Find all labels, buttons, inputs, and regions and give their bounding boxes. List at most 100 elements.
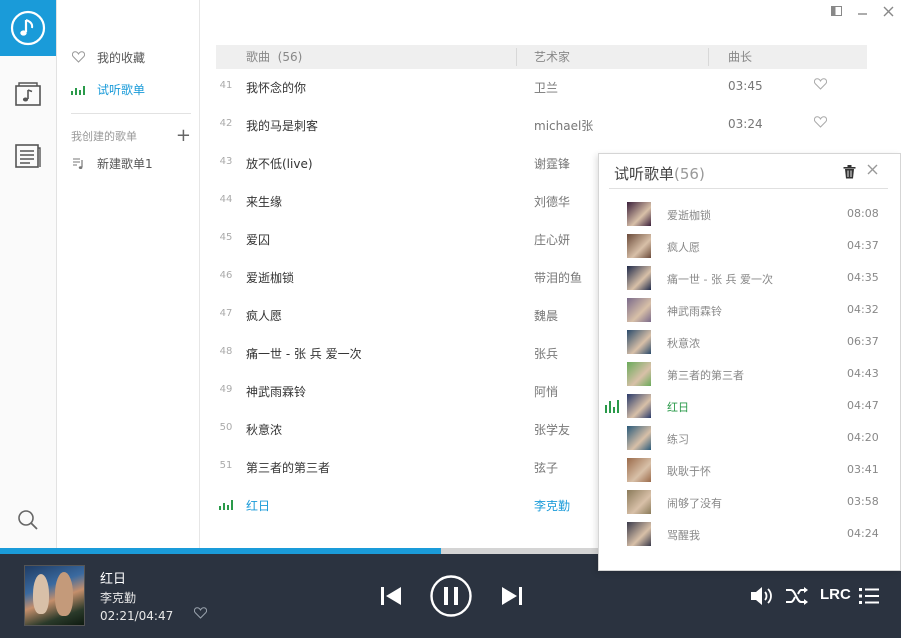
- list-item[interactable]: 第三者的第三者 04:43: [599, 358, 901, 390]
- next-icon[interactable]: [499, 583, 525, 609]
- minimize-icon[interactable]: [855, 4, 869, 18]
- sidebar-item-favorites[interactable]: 我的收藏: [71, 47, 145, 67]
- song-artist[interactable]: michael张: [534, 117, 593, 134]
- shuffle-icon[interactable]: [784, 583, 810, 609]
- created-playlists-header: 我创建的歌单 +: [71, 127, 191, 145]
- music-library-icon[interactable]: [13, 79, 43, 109]
- sidebar-item-label: 我的收藏: [97, 50, 146, 65]
- song-artist[interactable]: 谢霆锋: [534, 155, 570, 172]
- song-artist[interactable]: 张兵: [534, 345, 558, 362]
- song-artist[interactable]: 弦子: [534, 459, 558, 476]
- heart-icon[interactable]: [813, 116, 828, 132]
- sidebar-item-new-playlist[interactable]: 新建歌单1: [71, 153, 153, 173]
- section-label: 我创建的歌单: [71, 130, 137, 143]
- song-duration: 08:08: [847, 207, 879, 220]
- song-duration: 03:24: [728, 117, 763, 131]
- app-logo-icon[interactable]: [0, 0, 56, 56]
- song-artist[interactable]: 魏晨: [534, 307, 558, 324]
- song-title: 我的马是刺客: [246, 119, 319, 133]
- song-artist[interactable]: 阿悄: [534, 383, 558, 400]
- song-artist[interactable]: 庄心妍: [534, 231, 570, 248]
- sidebar-item-trial-playlist[interactable]: 试听歌单: [71, 79, 145, 99]
- song-title: 放不低(live): [246, 157, 313, 171]
- song-title: 第三者的第三者: [667, 369, 744, 382]
- song-thumbnail: [627, 266, 651, 290]
- list-item[interactable]: 疯人愿 04:37: [599, 230, 901, 262]
- song-artist[interactable]: 李克勤: [534, 497, 570, 514]
- song-title: 红日: [667, 401, 689, 414]
- playlist-menu-icon[interactable]: [857, 583, 881, 609]
- sidebar: 我的收藏 试听歌单 我创建的歌单 + 新建歌单1: [57, 0, 200, 548]
- song-title: 秋意浓: [667, 337, 700, 350]
- song-title: 爱逝枷锁: [667, 209, 711, 222]
- close-icon[interactable]: [881, 4, 895, 18]
- column-duration[interactable]: 曲长: [728, 45, 752, 69]
- song-thumbnail: [627, 234, 651, 258]
- table-row[interactable]: 41 我怀念的你 卫兰 03:45: [216, 69, 867, 107]
- column-song-label: 歌曲: [246, 50, 271, 64]
- song-thumbnail: [627, 394, 651, 418]
- song-title: 痛一世 - 张 兵 爱一次: [667, 273, 773, 286]
- album-cover[interactable]: [24, 565, 85, 626]
- lyrics-list-icon[interactable]: [13, 141, 43, 171]
- close-icon[interactable]: [867, 160, 878, 179]
- favorite-heart-icon[interactable]: [193, 607, 208, 623]
- list-item[interactable]: 练习 04:20: [599, 422, 901, 454]
- list-item[interactable]: 痛一世 - 张 兵 爱一次 04:35: [599, 262, 901, 294]
- add-playlist-button[interactable]: +: [176, 127, 191, 145]
- row-number: 50: [219, 422, 233, 433]
- list-item[interactable]: 骂醒我 04:24: [599, 518, 901, 550]
- row-number: 45: [219, 232, 233, 243]
- row-number: 46: [219, 270, 233, 281]
- table-row[interactable]: 42 我的马是刺客 michael张 03:24: [216, 107, 867, 145]
- song-duration: 04:35: [847, 271, 879, 284]
- song-artist[interactable]: 带泪的鱼: [534, 269, 582, 286]
- song-thumbnail: [627, 490, 651, 514]
- song-artist[interactable]: 刘德华: [534, 193, 570, 210]
- list-item[interactable]: 耿耿于怀 03:41: [599, 454, 901, 486]
- previous-icon[interactable]: [378, 583, 404, 609]
- heart-icon: [71, 50, 85, 64]
- column-separator: [708, 48, 709, 66]
- song-artist[interactable]: 卫兰: [534, 79, 558, 96]
- row-number: 49: [219, 384, 233, 395]
- restore-icon[interactable]: [829, 4, 843, 18]
- song-title: 疯人愿: [246, 309, 283, 323]
- search-icon[interactable]: [13, 505, 43, 535]
- song-thumbnail: [627, 330, 651, 354]
- song-count: (56): [277, 50, 303, 64]
- sidebar-item-label: 试听歌单: [97, 82, 146, 97]
- column-artist[interactable]: 艺术家: [534, 45, 570, 69]
- song-duration: 04:37: [847, 239, 879, 252]
- popup-count: (56): [674, 165, 705, 183]
- list-item[interactable]: 秋意浓 06:37: [599, 326, 901, 358]
- song-thumbnail: [627, 426, 651, 450]
- lyrics-toggle-button[interactable]: LRC: [820, 586, 851, 603]
- song-title: 骂醒我: [667, 529, 700, 542]
- popup-title: 试听歌单(56): [614, 163, 705, 184]
- song-title: 疯人愿: [667, 241, 700, 254]
- track-time: 02:21/04:47: [100, 609, 174, 623]
- song-duration: 03:45: [728, 79, 763, 93]
- pause-button[interactable]: [430, 575, 472, 617]
- list-item[interactable]: 神武雨霖铃 04:32: [599, 294, 901, 326]
- window-controls: [829, 4, 895, 18]
- heart-icon[interactable]: [813, 78, 828, 94]
- song-thumbnail: [627, 522, 651, 546]
- song-title: 神武雨霖铃: [246, 385, 307, 399]
- track-artist: 李克勤: [100, 591, 137, 605]
- list-item[interactable]: 红日 04:47: [599, 390, 901, 422]
- volume-icon[interactable]: [748, 583, 776, 609]
- song-duration: 03:41: [847, 463, 879, 476]
- song-artist[interactable]: 张学友: [534, 421, 570, 438]
- list-item[interactable]: 爱逝枷锁 08:08: [599, 198, 901, 230]
- trial-playlist-popup: 试听歌单(56) 爱逝枷锁 08:08 疯人愿 04:37 痛一世 - 张 兵 爱一次 0…: [598, 153, 901, 571]
- song-title: 爱囚: [246, 233, 271, 247]
- list-item[interactable]: 闹够了没有 03:58: [599, 486, 901, 518]
- row-number: 42: [219, 118, 233, 129]
- trash-icon[interactable]: [843, 165, 857, 179]
- song-thumbnail: [627, 298, 651, 322]
- column-song[interactable]: 歌曲 (56): [246, 45, 302, 69]
- divider: [71, 113, 191, 114]
- row-number: 43: [219, 156, 233, 167]
